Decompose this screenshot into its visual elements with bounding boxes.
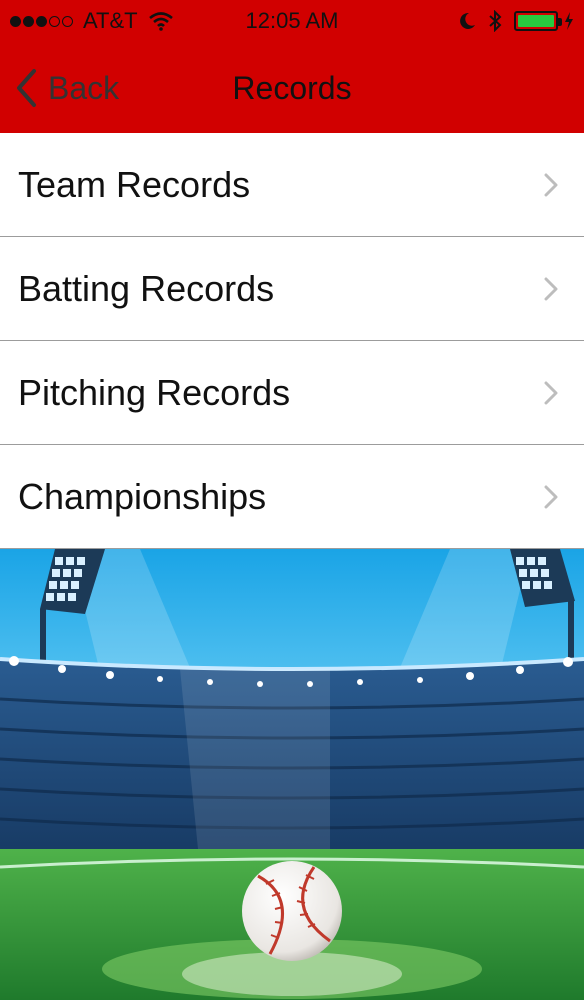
list-item-championships[interactable]: Championships — [0, 445, 584, 549]
charging-bolt-icon — [565, 12, 573, 30]
list-item-pitching-records[interactable]: Pitching Records — [0, 341, 584, 445]
stadium-illustration-svg — [0, 549, 584, 1000]
list-item-label: Batting Records — [18, 267, 275, 309]
records-list: Team Records Batting Records Pitching Re… — [0, 133, 584, 549]
chevron-right-icon — [544, 277, 558, 301]
top-bar: AT&T 12:05 AM Back Records — [0, 0, 584, 133]
moon-icon — [460, 12, 475, 29]
baseball — [242, 861, 342, 961]
status-right — [458, 10, 574, 32]
list-item-team-records[interactable]: Team Records — [0, 133, 584, 237]
list-item-label: Championships — [18, 475, 267, 517]
list-item-label: Pitching Records — [18, 371, 291, 413]
navigation-bar: Back Records — [0, 44, 584, 133]
list-item-label: Team Records — [18, 163, 251, 205]
baseball-stadium-illustration — [0, 549, 584, 1000]
chevron-right-icon — [544, 381, 558, 405]
bluetooth-icon — [489, 10, 502, 32]
status-bar: AT&T 12:05 AM — [0, 0, 584, 44]
chevron-right-icon — [544, 485, 558, 509]
battery-icon — [514, 11, 562, 31]
list-item-batting-records[interactable]: Batting Records — [0, 237, 584, 341]
page-title: Records — [232, 70, 352, 106]
chevron-right-icon — [544, 173, 558, 197]
battery-fill — [518, 15, 554, 27]
